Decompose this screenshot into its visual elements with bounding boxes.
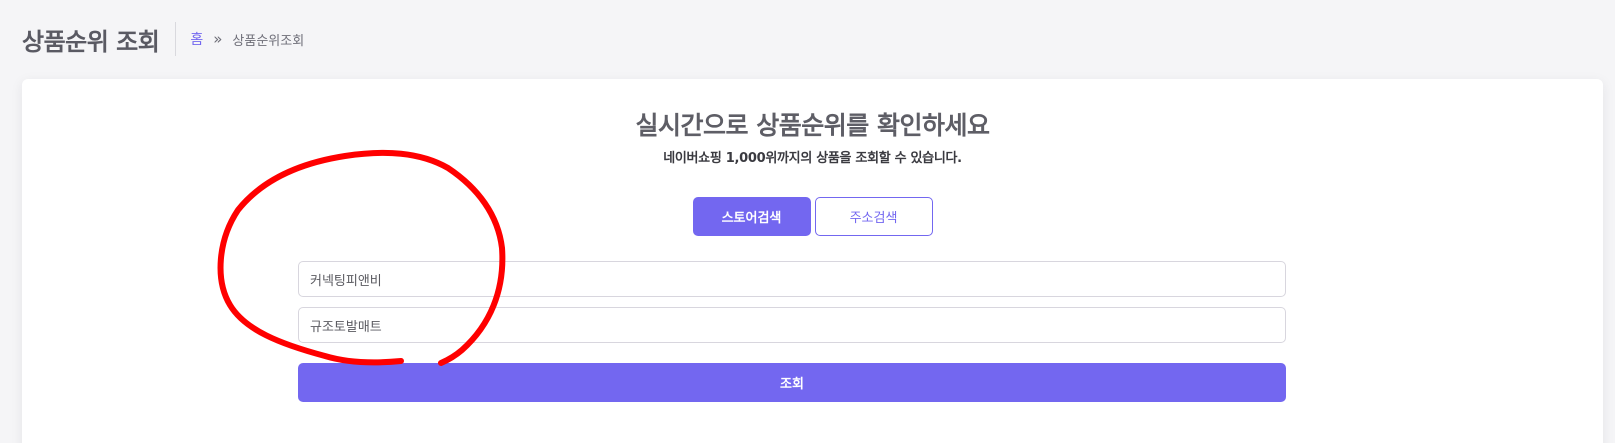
card-heading: 실시간으로 상품순위를 확인하세요: [635, 111, 990, 140]
breadcrumb-current: 상품순위조회: [232, 33, 305, 49]
store-name-input[interactable]: [298, 261, 1286, 297]
page-header: 상품순위 조회 홈 » 상품순위조회: [22, 20, 304, 58]
page: 상품순위 조회 홈 » 상품순위조회 실시간으로 상품순위를 확인하세요 네이버…: [0, 0, 1615, 443]
breadcrumb-home-link[interactable]: 홈: [190, 29, 203, 49]
card-subheading: 네이버쇼핑 1,000위까지의 상품을 조회할 수 있습니다.: [663, 151, 962, 166]
search-submit-button[interactable]: 조회: [298, 363, 1286, 402]
tab-address-search[interactable]: 주소검색: [814, 197, 933, 236]
search-card: 실시간으로 상품순위를 확인하세요 네이버쇼핑 1,000위까지의 상품을 조회…: [22, 79, 1603, 443]
header-divider: [175, 22, 177, 56]
keyword-input[interactable]: [298, 307, 1286, 343]
search-mode-tabs: 스토어검색 주소검색: [22, 197, 1603, 236]
breadcrumb: 홈 » 상품순위조회: [190, 29, 304, 49]
breadcrumb-separator-icon: »: [213, 30, 223, 48]
page-title: 상품순위 조회: [22, 27, 160, 56]
tab-store-search[interactable]: 스토어검색: [692, 197, 811, 236]
